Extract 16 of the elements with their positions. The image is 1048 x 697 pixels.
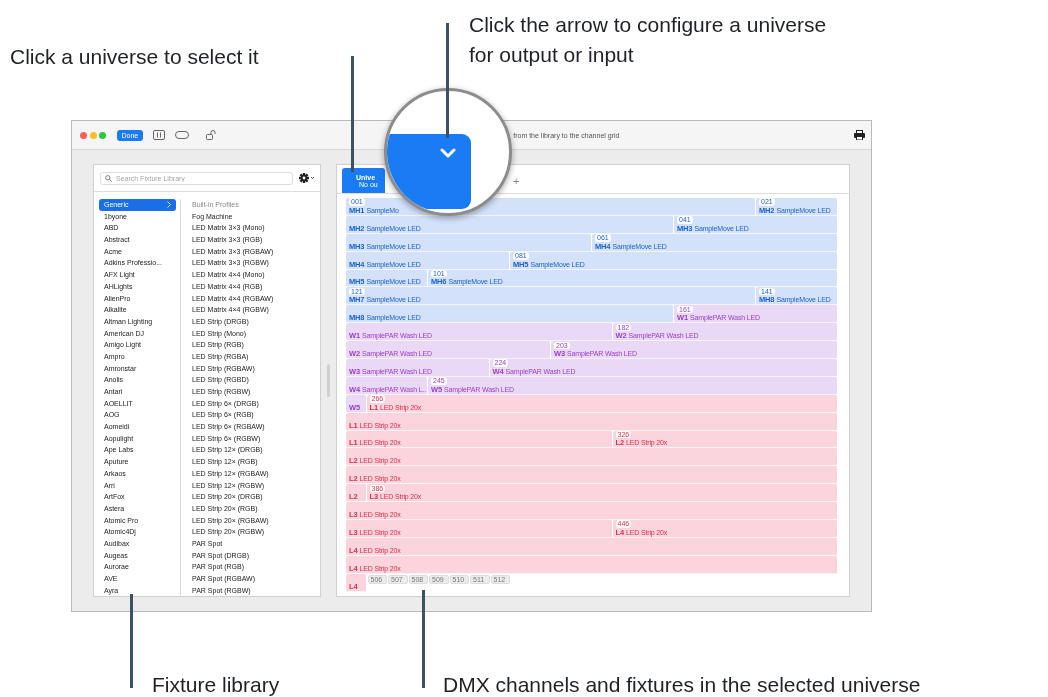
chevron-down-icon[interactable] — [440, 148, 456, 158]
callout-text: Click a universe to select it — [10, 44, 259, 70]
callout-text: Fixture library — [152, 672, 280, 697]
chevron-right-icon — [167, 201, 171, 209]
zoom-button[interactable] — [99, 131, 106, 139]
callout-text: DMX channels and fixtures in the selected universe — [443, 672, 921, 697]
search-icon — [105, 174, 112, 182]
add-universe-button[interactable]: + — [513, 175, 520, 187]
gear-menu-icon[interactable] — [299, 173, 315, 183]
callout-text: Click the arrow to configure a universe for output or input — [469, 12, 828, 68]
printer-icon[interactable] — [854, 130, 865, 140]
close-button[interactable] — [80, 131, 87, 139]
capsule-icon[interactable] — [175, 131, 190, 139]
unlocked-icon[interactable] — [206, 130, 217, 140]
magnified-tab[interactable] — [387, 134, 471, 209]
columns-icon[interactable] — [153, 130, 166, 140]
